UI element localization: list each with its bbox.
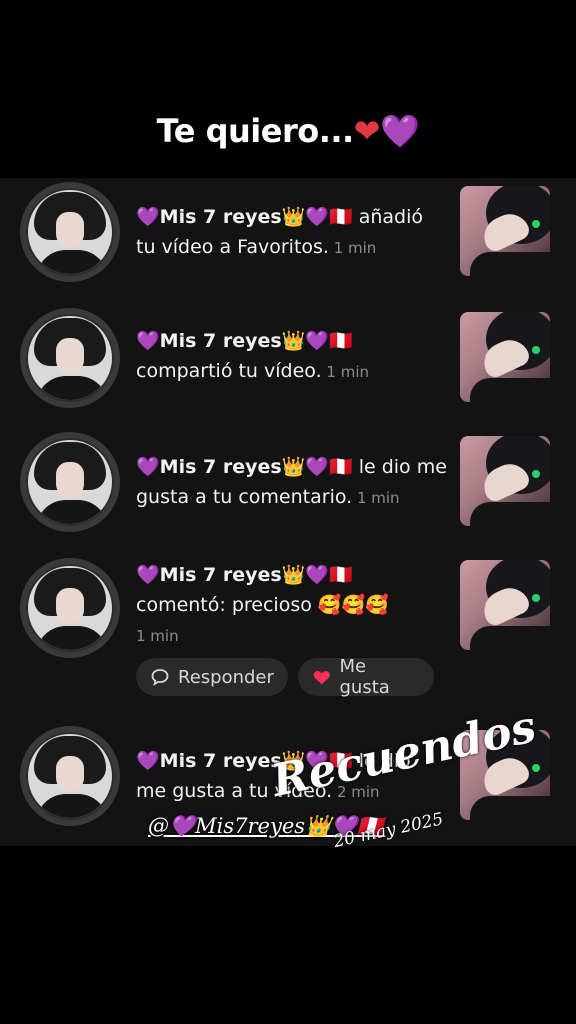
notification-time: 1 min (328, 239, 377, 257)
notification-text: 💜Mis 7 reyes👑💜🇵🇪 compartió tu vídeo. 1 m… (136, 326, 446, 387)
video-thumbnail[interactable] (460, 186, 550, 276)
notification-action: comentó: precioso 🥰🥰🥰 (136, 594, 389, 616)
notification-time: 1 min (352, 489, 400, 507)
video-thumbnail[interactable] (460, 312, 550, 402)
notification-text: 💜Mis 7 reyes👑💜🇵🇪 le dio me gusta a tu co… (136, 452, 456, 513)
avatar[interactable] (20, 726, 120, 826)
avatar[interactable] (20, 432, 120, 532)
notification-text: 💜Mis 7 reyes👑💜🇵🇪 comentó: precioso 🥰🥰🥰 1 … (136, 560, 446, 651)
avatar[interactable] (20, 182, 120, 282)
heart-icon (313, 671, 330, 685)
notification-user[interactable]: 💜Mis 7 reyes👑💜🇵🇪 (136, 206, 353, 228)
video-thumbnail[interactable] (460, 436, 550, 526)
purple-heart-icon: 💜 (379, 112, 420, 150)
notification-time: 1 min (136, 627, 179, 645)
top-background (0, 0, 576, 178)
speech-bubble-icon (151, 669, 169, 686)
story-caption: Te quiero...❤💜 (0, 112, 576, 150)
notification-action: compartió tu vídeo. (136, 360, 322, 382)
notification-user[interactable]: 💜Mis 7 reyes👑💜🇵🇪 (136, 330, 353, 352)
notification-text: 💜Mis 7 reyes👑💜🇵🇪 añadió tu vídeo a Favor… (136, 202, 446, 263)
notification-time: 1 min (321, 363, 369, 381)
notification-user[interactable]: 💜Mis 7 reyes👑💜🇵🇪 (136, 564, 353, 586)
like-label: Me gusta (339, 656, 390, 698)
bandaged-heart-icon: ❤ (353, 112, 381, 150)
caption-text: Te quiero... (156, 112, 355, 150)
video-thumbnail[interactable] (460, 560, 550, 650)
reply-button[interactable]: Responder (136, 658, 288, 696)
notification-user[interactable]: 💜Mis 7 reyes👑💜🇵🇪 (136, 456, 353, 478)
like-button[interactable]: Me gusta (298, 656, 434, 698)
avatar[interactable] (20, 558, 120, 658)
avatar[interactable] (20, 308, 120, 408)
reply-label: Responder (178, 666, 274, 688)
